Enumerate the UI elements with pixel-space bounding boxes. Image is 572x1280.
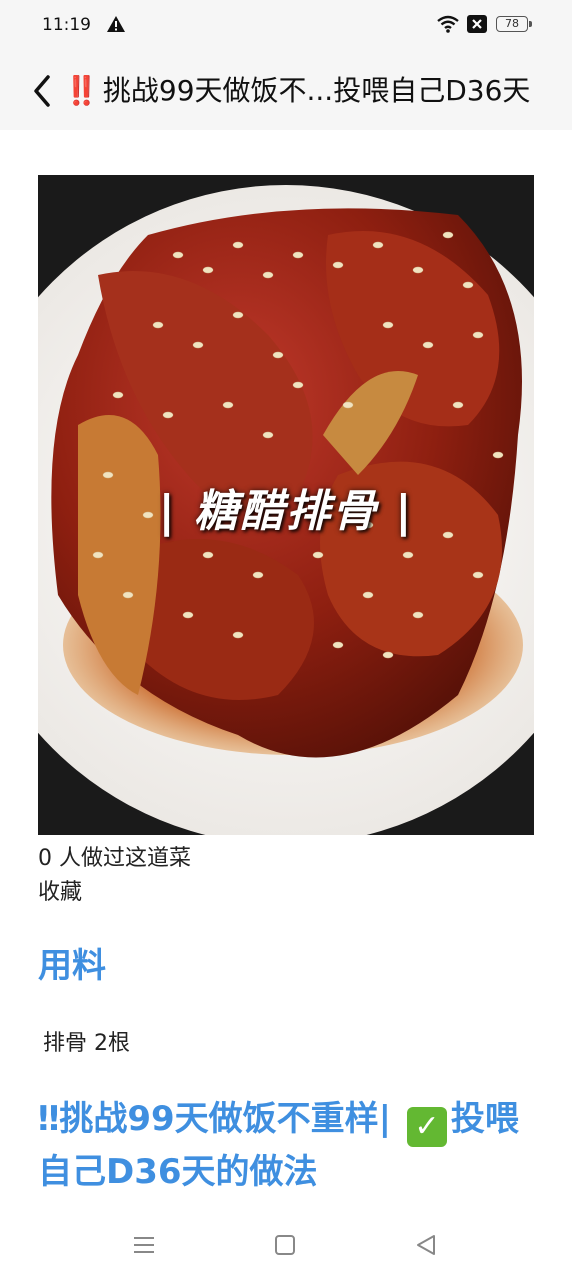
menu-icon[interactable]	[130, 1232, 158, 1258]
system-nav-bar	[0, 1210, 572, 1280]
method-heading-part1: ‼挑战99天做饭不重样|	[38, 1099, 392, 1139]
battery-icon: 78	[496, 16, 532, 32]
wifi-icon	[437, 15, 459, 33]
close-box-icon	[467, 15, 487, 33]
favorite-button[interactable]: 收藏	[38, 874, 82, 906]
made-count-text: 0 人做过这道菜	[38, 846, 191, 871]
back-arrow-icon[interactable]	[28, 71, 58, 111]
method-heading: ‼挑战99天做饭不重样| ✓ 投喂自己D36天的做法	[38, 1094, 538, 1197]
dish-photo: | 糖醋排骨 |	[38, 175, 534, 835]
status-bar: 11:19 78	[0, 0, 572, 52]
ingredient-item: 排骨 2根	[43, 1031, 130, 1056]
double-exclamation-icon: ‼️	[64, 74, 99, 107]
app-header: ‼️ 挑战99天做饭不...投喂自己D36天	[0, 52, 572, 130]
dish-name-overlay: | 糖醋排骨 |	[158, 486, 414, 537]
home-icon[interactable]	[271, 1232, 299, 1258]
warning-icon	[107, 16, 125, 32]
page-title: ‼️ 挑战99天做饭不...投喂自己D36天	[64, 74, 544, 108]
check-mark-icon: ✓	[406, 1107, 447, 1147]
status-time: 11:19	[42, 15, 91, 35]
page-title-text: 挑战99天做饭不...投喂自己D36天	[102, 74, 531, 107]
back-icon[interactable]	[412, 1232, 440, 1258]
ingredients-heading: 用料	[38, 946, 106, 986]
